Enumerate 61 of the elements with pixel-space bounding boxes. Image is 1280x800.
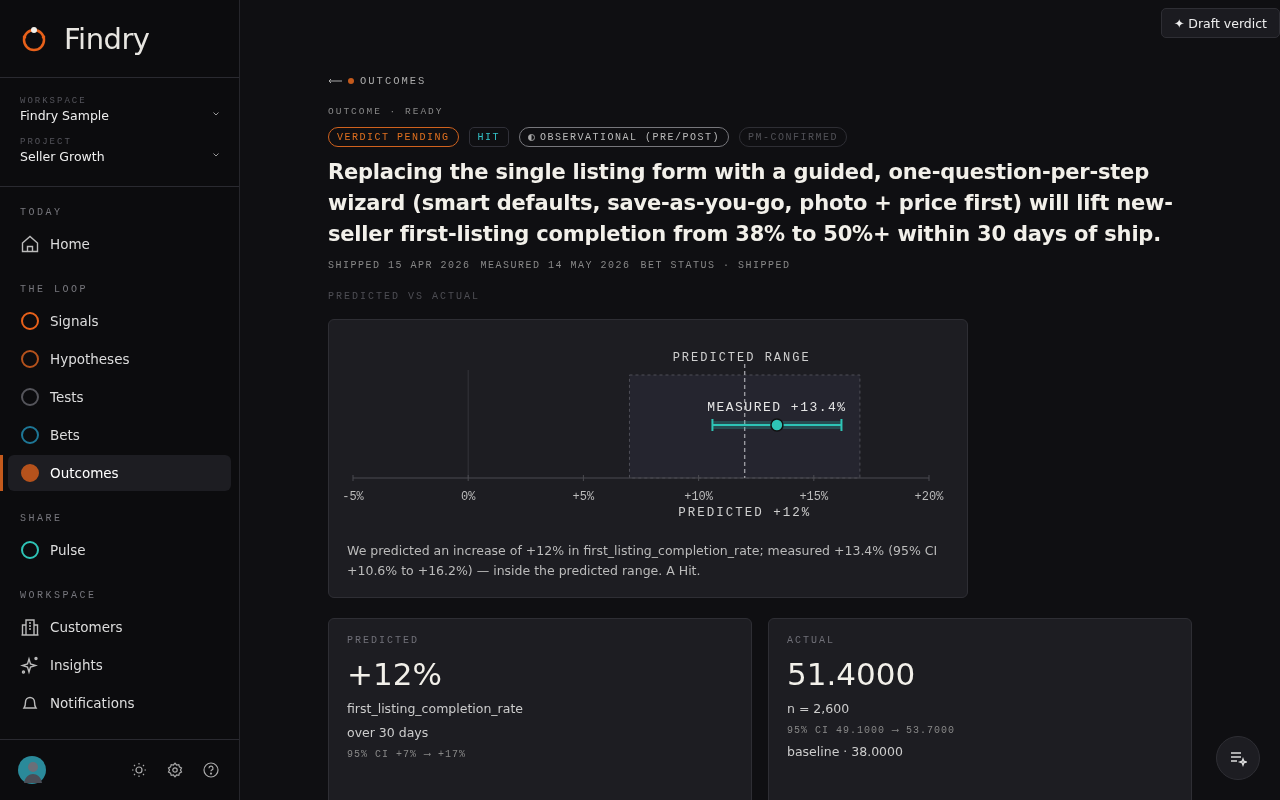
nav-item[interactable]: Notifications [8, 685, 231, 721]
nav-item[interactable]: Home [8, 226, 231, 262]
section-heading: SHARE [19, 513, 64, 524]
meta-text: MEASURED 14 MAY 2026 [480, 260, 631, 271]
confidence-text: 95% CI 49.1000 ⟶ 53.7000 [787, 724, 957, 736]
confidence-text: 95% CI +7% ⟶ +17% [347, 748, 468, 760]
baseline-text: baseline · 38.0000 [787, 744, 904, 759]
nav-item[interactable]: Hypotheses [8, 341, 231, 377]
chevron-icon [213, 153, 219, 157]
card-text: over 30 days [347, 725, 430, 740]
status-line: OUTCOME · READY [328, 106, 445, 117]
logo-icon [20, 24, 48, 53]
sun-icon[interactable] [131, 762, 147, 778]
half-circle-icon [528, 133, 536, 141]
axis-tick-label: +10% [684, 490, 713, 504]
metric-value: +12% [347, 656, 443, 692]
predicted-label: PREDICTED +12% [678, 506, 812, 520]
active-indicator [0, 455, 3, 491]
nav-item[interactable]: Insights [8, 647, 231, 683]
help-icon[interactable] [203, 762, 219, 778]
card-label: PREDICTED [347, 635, 420, 646]
brand-name: Findry [64, 21, 150, 56]
meta-text: BET STATUS · SHIPPED [640, 260, 791, 271]
axis-tick-label: -5% [342, 490, 364, 504]
meta-text: SHIPPED 15 APR 2026 [328, 260, 471, 271]
summary-text: We predicted an increase of +12% in first_listing_completion_rate; measured +13.4% (95% CI +10.6% to +16.2%) — inside the predicted range. A Hit. [347, 542, 939, 580]
list-sparkle-icon [1229, 749, 1247, 767]
section-label: PREDICTED VS ACTUAL [328, 291, 482, 302]
avatar[interactable] [18, 756, 46, 784]
axis-tick-label: +15% [799, 490, 829, 504]
chevron-icon [213, 112, 219, 116]
breadcrumb-link[interactable]: OUTCOMES [360, 75, 427, 87]
axis-tick-label: 0% [461, 490, 476, 504]
draft-verdict-button[interactable]: ✦ Draft verdict [1160, 8, 1280, 38]
section-heading: TODAY [19, 207, 64, 218]
measured-label: MEASURED +13.4% [707, 400, 847, 415]
card-text: first_listing_completion_rate [347, 701, 524, 716]
card-label: ACTUAL [787, 635, 836, 646]
metric-value: 51.4000 [787, 656, 917, 692]
section-heading: THE LOOP [19, 284, 89, 295]
settings-icon[interactable] [167, 762, 183, 778]
workspace-selector[interactable]: WORKSPACE Findry Sample [20, 96, 219, 123]
back-arrow-icon[interactable] [328, 78, 342, 84]
nav-item[interactable]: Signals [8, 303, 231, 339]
home-icon [20, 234, 40, 254]
axis-tick-label: +5% [572, 490, 595, 504]
card-text: n = 2,600 [787, 701, 851, 716]
sparkle-icon [20, 655, 40, 675]
axis-tick-label: +20% [914, 490, 944, 504]
building-icon [20, 617, 40, 637]
hypothesis-title: Replacing the single listing form with a guided, one-question-per-step wizard (smart defaults, save-as-you-go, photo + price first) will lift new-seller first-listing completion from 38% to 50%+ within 30 days of ship. [328, 159, 1174, 248]
nav-item[interactable]: Customers [8, 609, 231, 645]
nav-item[interactable]: Bets [8, 417, 231, 453]
range-label: PREDICTED RANGE [672, 351, 811, 365]
dot-icon [348, 78, 354, 84]
project-selector[interactable]: PROJECT Seller Growth [20, 137, 219, 164]
nav-item[interactable]: Pulse [8, 532, 231, 568]
list-sparkle-button[interactable] [1216, 736, 1260, 780]
section-heading: WORKSPACE [19, 590, 98, 601]
tag: HIT [468, 127, 510, 147]
nav-item[interactable]: Tests [8, 379, 231, 415]
